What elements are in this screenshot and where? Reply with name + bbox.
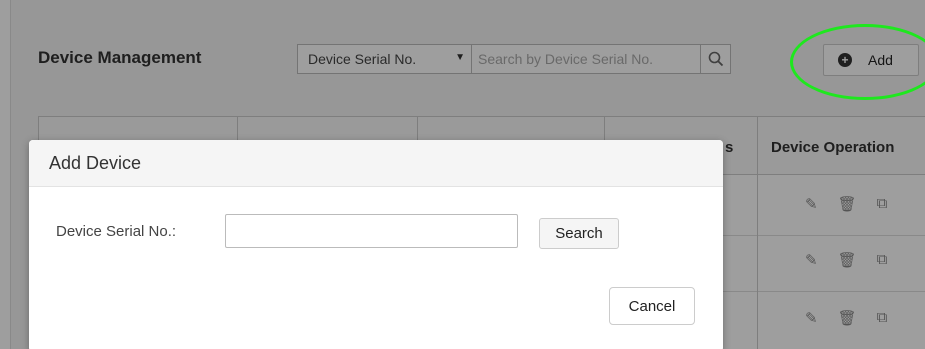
dialog-header: Add Device [29,140,723,187]
serial-number-label: Device Serial No.: [56,223,177,240]
dialog-title: Add Device [49,152,142,173]
serial-number-input[interactable] [225,214,518,248]
add-device-dialog: Add Device Device Serial No.: Search Can… [29,140,723,349]
dialog-search-button[interactable]: Search [539,218,619,249]
cancel-button[interactable]: Cancel [609,287,695,325]
